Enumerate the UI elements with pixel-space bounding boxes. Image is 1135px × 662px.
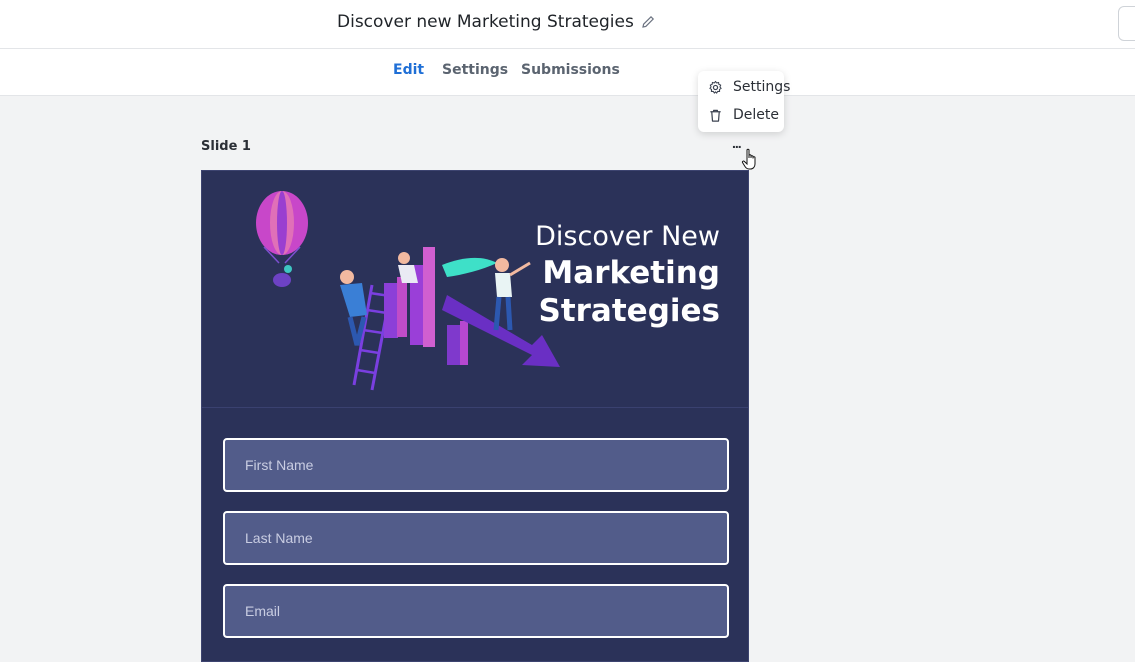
tab-submissions[interactable]: Submissions xyxy=(521,62,620,78)
hero-banner: Discover New Marketing Strategies xyxy=(202,171,748,408)
page-title: Discover new Marketing Strategies xyxy=(337,12,634,32)
menu-item-delete[interactable]: Delete xyxy=(708,107,779,123)
menu-item-label: Delete xyxy=(733,107,779,123)
menu-item-settings[interactable]: Settings xyxy=(708,79,790,95)
title-wrap: Discover new Marketing Strategies xyxy=(337,12,656,32)
hand-cursor-icon xyxy=(741,148,756,170)
email-field[interactable] xyxy=(223,584,729,638)
top-bar: Discover new Marketing Strategies xyxy=(0,0,1135,49)
hero-heading-line-1: Discover New xyxy=(535,221,720,252)
hero-heading-line-2: Marketing xyxy=(542,255,720,291)
marketing-illustration xyxy=(256,191,560,391)
pencil-icon[interactable] xyxy=(640,14,656,30)
last-name-field[interactable] xyxy=(223,511,729,565)
trash-icon xyxy=(710,109,721,122)
gear-icon xyxy=(709,80,722,94)
slide-context-menu: Settings Delete xyxy=(698,71,790,132)
corner-button[interactable] xyxy=(1118,6,1135,41)
tab-bar: Edit Settings Submissions xyxy=(0,49,1135,96)
slide-label: Slide 1 xyxy=(201,139,251,154)
tab-settings[interactable]: Settings xyxy=(442,62,508,78)
first-name-field[interactable] xyxy=(223,438,729,492)
hero-heading-line-3: Strategies xyxy=(538,293,721,329)
tab-edit[interactable]: Edit xyxy=(393,62,424,78)
menu-item-label: Settings xyxy=(733,79,791,95)
slide-card[interactable]: Discover New Marketing Strategies xyxy=(201,170,749,662)
